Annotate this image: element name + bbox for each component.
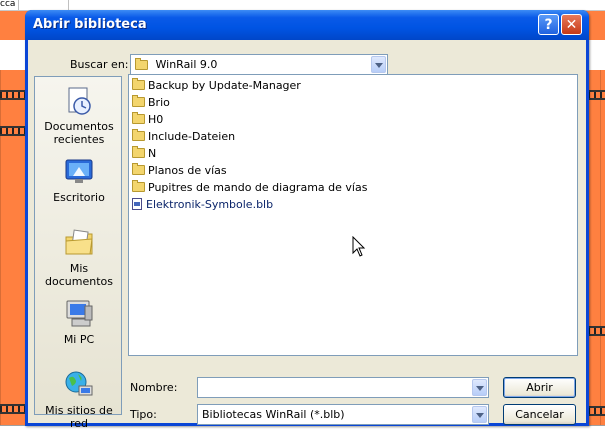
list-item[interactable]: N [132,145,156,162]
track-segment [588,406,605,416]
dialog-title: Abrir biblioteca [33,17,147,32]
dialog-body: Buscar en: WinRail 9.0 Documentos recien… [28,40,586,430]
chevron-down-icon[interactable] [472,406,487,423]
list-item[interactable]: Include-Dateien [132,128,235,145]
background-cell: cca [0,0,19,10]
network-places-icon [63,369,95,401]
list-item[interactable]: Planos de vías [132,162,227,179]
folder-icon [135,58,148,70]
folder-icon [132,146,145,158]
look-in-dropdown[interactable]: WinRail 9.0 [130,54,388,75]
my-documents-icon [63,227,95,259]
chevron-down-icon[interactable] [371,56,386,73]
file-list[interactable]: Backup by Update-Manager Brio H0 Include… [128,74,578,356]
list-item[interactable]: Backup by Update-Manager [132,77,301,94]
folder-icon [132,129,145,141]
place-recent-documents[interactable]: Documentos recientes [35,85,123,146]
filetype-label: Tipo: [130,408,157,421]
recent-documents-icon [63,85,95,117]
list-item[interactable]: Elektronik-Symbole.blb [132,196,273,213]
list-item[interactable]: Brio [132,94,170,111]
list-item[interactable]: H0 [132,111,163,128]
filetype-dropdown[interactable]: Bibliotecas WinRail (*.blb) [197,404,489,425]
place-label: Mis documentos [45,262,113,288]
my-computer-icon [63,298,95,330]
cancel-button[interactable]: Cancelar [503,404,576,425]
place-label: Mi PC [63,333,95,346]
places-bar: Documentos recientes Escritorio Mis docu… [34,76,123,430]
mouse-cursor-icon [352,236,366,257]
filetype-value: Bibliotecas WinRail (*.blb) [202,408,345,421]
track-segment [588,90,605,100]
folder-icon [132,95,145,107]
close-button[interactable]: ✕ [561,14,582,35]
folder-icon [132,112,145,124]
library-file-icon [132,198,142,210]
track-segment [0,126,26,136]
dialog-titlebar[interactable]: Abrir biblioteca ? ✕ [25,10,589,40]
filename-input[interactable] [197,377,489,398]
open-button[interactable]: Abrir [503,377,576,398]
background-cell-empty [18,0,69,10]
place-my-computer[interactable]: Mi PC [35,298,123,346]
look-in-label: Buscar en: [70,58,129,71]
desktop-icon [63,156,95,188]
place-my-documents[interactable]: Mis documentos [35,227,123,288]
folder-icon [132,180,145,192]
open-library-dialog: Abrir biblioteca ? ✕ Buscar en: WinRail … [25,10,589,430]
look-in-value: WinRail 9.0 [155,58,218,71]
place-desktop[interactable]: Escritorio [35,156,123,204]
folder-icon [132,78,145,90]
place-label: Escritorio [53,191,105,204]
place-label: Documentos recientes [44,120,114,146]
place-network[interactable]: Mis sitios de red [35,369,123,430]
place-label: Mis sitios de red [45,404,113,430]
chevron-down-icon[interactable] [472,379,487,396]
folder-icon [132,163,145,175]
track-segment [588,326,605,336]
list-item[interactable]: Pupitres de mando de diagrama de vías [132,179,367,196]
track-segment [0,404,26,414]
track-segment [0,90,26,100]
filename-label: Nombre: [130,381,178,394]
help-button[interactable]: ? [538,14,559,35]
